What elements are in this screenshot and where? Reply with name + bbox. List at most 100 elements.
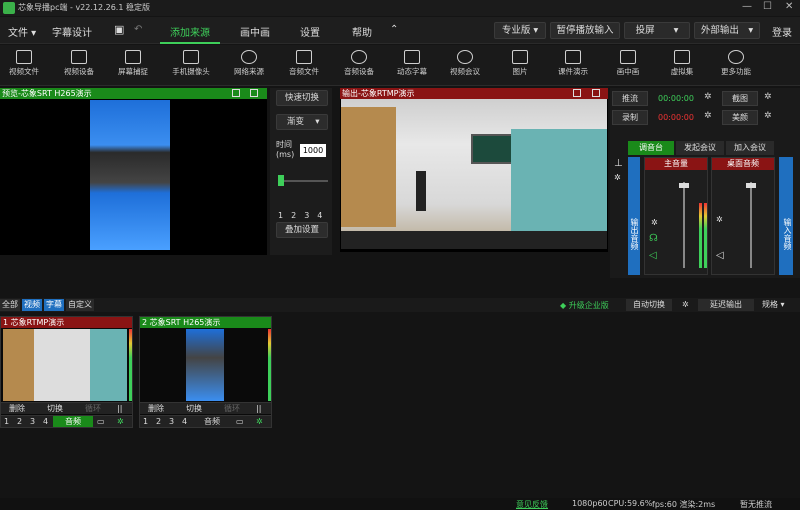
- tool-audio-device[interactable]: 音频设备: [336, 47, 382, 77]
- card-thumbnail[interactable]: [186, 329, 224, 401]
- undo-icon[interactable]: ↶: [134, 24, 142, 35]
- speaker-icon[interactable]: ◁: [649, 250, 657, 261]
- minimize-button[interactable]: —: [742, 1, 752, 12]
- channel-settings-icon[interactable]: ✲: [716, 215, 723, 224]
- transition-slider-handle[interactable]: [278, 175, 284, 186]
- card-page-2[interactable]: 2: [17, 416, 22, 427]
- tab-mixer[interactable]: 调音台: [628, 141, 674, 155]
- source-card-1[interactable]: 1 芯象RTMP演示 删除 切换 循环 || 1 2 3 4 音频 ▭ ✲: [0, 316, 133, 428]
- screenshot-button[interactable]: 截图: [722, 91, 758, 106]
- card-delete-button[interactable]: 删除: [148, 403, 164, 414]
- tool-video-device[interactable]: 视频设备: [56, 47, 102, 77]
- card-pause-button[interactable]: ||: [117, 403, 122, 414]
- tab-all[interactable]: 全部: [0, 299, 20, 311]
- fullscreen-icon[interactable]: [592, 89, 600, 97]
- login-button[interactable]: 登录: [772, 24, 792, 39]
- page-1[interactable]: 1: [278, 211, 283, 220]
- tool-pip[interactable]: 画中画: [605, 47, 651, 77]
- page-2[interactable]: 2: [291, 211, 296, 220]
- external-output-button[interactable]: 外部输出 ▾: [694, 22, 760, 39]
- menu-file[interactable]: 文件 ▾: [8, 24, 36, 39]
- pro-version-button[interactable]: 专业版 ▾: [494, 22, 546, 39]
- screenshot-settings-icon[interactable]: ✲: [764, 92, 772, 102]
- card-page-4[interactable]: 4: [43, 416, 48, 427]
- auto-switch-settings-icon[interactable]: ✲: [682, 300, 689, 309]
- card-page-2[interactable]: 2: [156, 416, 161, 427]
- card-pause-button[interactable]: ||: [256, 403, 261, 414]
- output-video[interactable]: [341, 99, 607, 249]
- auto-switch-button[interactable]: 自动切换: [626, 299, 672, 311]
- desktop-volume-fader[interactable]: [750, 182, 752, 268]
- card-audio-button[interactable]: 音频: [192, 416, 232, 427]
- tab-start-meeting[interactable]: 发起会议: [676, 141, 724, 155]
- fullscreen-icon[interactable]: [250, 89, 258, 97]
- monitor-icon[interactable]: ▭: [236, 416, 244, 427]
- main-volume-fader[interactable]: [683, 182, 685, 268]
- tool-dynamic-subtitle[interactable]: 动态字幕: [389, 47, 435, 77]
- save-icon[interactable]: ▣: [114, 23, 124, 36]
- record-button[interactable]: 录制: [612, 110, 648, 125]
- monitor-icon[interactable]: [232, 89, 240, 97]
- speaker-icon[interactable]: ◁: [716, 250, 724, 261]
- collapse-icon[interactable]: ⌃: [390, 24, 398, 35]
- source-card-2[interactable]: 2 芯象SRT H265演示 删除 切换 循环 || 1 2 3 4 音频 ▭ …: [139, 316, 272, 428]
- mixer-settings-icon[interactable]: ✲: [614, 173, 621, 182]
- maximize-button[interactable]: ☐: [763, 1, 772, 12]
- card-page-4[interactable]: 4: [182, 416, 187, 427]
- menu-subtitle-design[interactable]: 字幕设计: [52, 24, 92, 39]
- monitor-icon[interactable]: [573, 89, 581, 97]
- pin-icon[interactable]: ⊥: [614, 158, 623, 169]
- delay-output-button[interactable]: 延迟输出: [698, 299, 754, 311]
- tool-phone-camera[interactable]: 手机摄像头: [168, 47, 214, 77]
- transition-select[interactable]: 渐变 ▾: [276, 114, 328, 130]
- tab-video[interactable]: 视频: [22, 299, 42, 311]
- upgrade-link[interactable]: ◆ 升级企业版: [560, 300, 609, 311]
- page-3[interactable]: 3: [304, 211, 309, 220]
- time-input[interactable]: 1000: [300, 144, 326, 157]
- tool-image[interactable]: 图片: [497, 47, 543, 77]
- tab-custom[interactable]: 自定义: [66, 299, 94, 311]
- tab-subtitle[interactable]: 字幕: [44, 299, 64, 311]
- tab-add-source[interactable]: 添加来源: [170, 24, 210, 39]
- quick-switch-button[interactable]: 快速切换: [276, 90, 328, 106]
- card-settings-icon[interactable]: ✲: [117, 416, 124, 427]
- beauty-button[interactable]: 美颜: [722, 110, 758, 125]
- monitor-icon[interactable]: ▭: [97, 416, 105, 427]
- card-thumbnail[interactable]: [3, 329, 127, 401]
- record-settings-icon[interactable]: ✲: [704, 111, 712, 121]
- card-page-3[interactable]: 3: [169, 416, 174, 427]
- tab-pip[interactable]: 画中画: [240, 24, 270, 39]
- card-page-3[interactable]: 3: [30, 416, 35, 427]
- tool-video-file[interactable]: 视频文件: [1, 47, 47, 77]
- card-settings-icon[interactable]: ✲: [256, 416, 263, 427]
- tab-help[interactable]: 帮助: [352, 24, 372, 39]
- tool-more[interactable]: 更多功能: [713, 47, 759, 77]
- overlay-settings-button[interactable]: 叠加设置: [276, 222, 328, 238]
- push-stream-button[interactable]: 推流: [612, 91, 648, 106]
- tool-presentation[interactable]: 课件演示: [550, 47, 596, 77]
- preview-video[interactable]: [90, 100, 170, 250]
- tool-screen-capture[interactable]: 屏幕捕捉: [110, 47, 156, 77]
- tool-virtual-set[interactable]: 虚拟集: [659, 47, 705, 77]
- spec-select[interactable]: 规格 ▾: [762, 299, 785, 310]
- tool-network-source[interactable]: 网络来源: [226, 47, 272, 77]
- pause-input-button[interactable]: 暂停播放输入: [550, 22, 620, 39]
- card-page-1[interactable]: 1: [143, 416, 148, 427]
- projection-button[interactable]: 投屏 ▾: [624, 22, 690, 39]
- card-page-1[interactable]: 1: [4, 416, 9, 427]
- page-4[interactable]: 4: [317, 211, 322, 220]
- card-switch-button[interactable]: 切换: [47, 403, 63, 414]
- desktop-volume-knob[interactable]: [746, 183, 756, 188]
- tool-video-meeting[interactable]: 视频会议: [442, 47, 488, 77]
- card-audio-button[interactable]: 音频: [53, 416, 93, 427]
- push-settings-icon[interactable]: ✲: [704, 92, 712, 102]
- feedback-link[interactable]: 意见反馈: [516, 499, 548, 510]
- card-loop-button[interactable]: 循环: [224, 403, 240, 414]
- tool-audio-file[interactable]: 音频文件: [281, 47, 327, 77]
- channel-settings-icon[interactable]: ✲: [651, 218, 658, 227]
- card-delete-button[interactable]: 删除: [9, 403, 25, 414]
- close-button[interactable]: ✕: [785, 1, 793, 12]
- beauty-settings-icon[interactable]: ✲: [764, 111, 772, 121]
- tab-settings[interactable]: 设置: [300, 24, 320, 39]
- headphone-icon[interactable]: ☊: [649, 233, 658, 244]
